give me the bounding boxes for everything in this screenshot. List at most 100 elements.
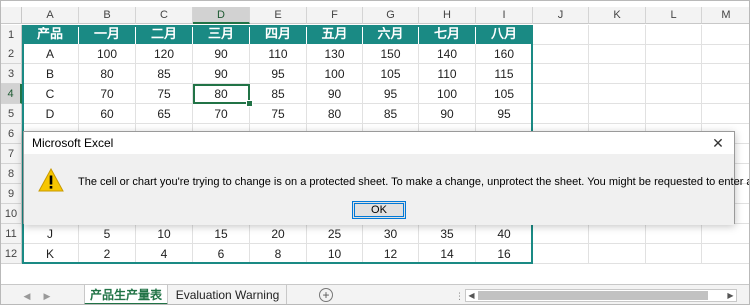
- grid-cell[interactable]: [702, 84, 749, 104]
- grid-cell[interactable]: [646, 84, 702, 104]
- table-header-cell[interactable]: 四月: [250, 25, 307, 45]
- grid-cell[interactable]: [533, 84, 589, 104]
- fill-handle[interactable]: [246, 100, 253, 107]
- table-cell[interactable]: 10: [136, 224, 193, 244]
- column-header-e[interactable]: E: [250, 7, 307, 24]
- table-cell[interactable]: 85: [250, 84, 307, 104]
- grid-cell[interactable]: [589, 84, 646, 104]
- row-header-7[interactable]: 7: [1, 144, 22, 164]
- table-header-cell[interactable]: 二月: [136, 25, 193, 45]
- grid-cell[interactable]: [533, 104, 589, 124]
- table-cell[interactable]: 100: [79, 44, 136, 64]
- column-header-l[interactable]: L: [646, 7, 702, 24]
- ok-button[interactable]: OK: [352, 201, 406, 219]
- table-cell[interactable]: 60: [79, 104, 136, 124]
- row-header-10[interactable]: 10: [1, 204, 22, 224]
- table-header-cell[interactable]: 八月: [476, 25, 533, 45]
- table-cell[interactable]: B: [22, 64, 79, 84]
- row-header-1[interactable]: 1: [1, 25, 22, 45]
- grid-cell[interactable]: [589, 64, 646, 84]
- table-cell[interactable]: 4: [136, 244, 193, 264]
- table-cell[interactable]: 16: [476, 244, 533, 264]
- table-cell[interactable]: 95: [250, 64, 307, 84]
- table-cell[interactable]: 75: [250, 104, 307, 124]
- table-cell[interactable]: 80: [79, 64, 136, 84]
- table-cell[interactable]: 150: [363, 44, 419, 64]
- row-header-9[interactable]: 9: [1, 184, 22, 204]
- grid-cell[interactable]: [533, 224, 589, 244]
- row-header-3[interactable]: 3: [1, 64, 22, 84]
- table-cell[interactable]: 80: [307, 104, 363, 124]
- row-header-4[interactable]: 4: [1, 84, 22, 104]
- scroll-left-icon[interactable]: ◀: [466, 290, 477, 301]
- table-cell[interactable]: 6: [193, 244, 250, 264]
- close-icon[interactable]: ✕: [708, 133, 728, 153]
- column-header-f[interactable]: F: [307, 7, 363, 24]
- table-cell[interactable]: 130: [307, 44, 363, 64]
- table-cell[interactable]: 120: [136, 44, 193, 64]
- table-cell[interactable]: 70: [79, 84, 136, 104]
- row-header-2[interactable]: 2: [1, 44, 22, 64]
- table-cell[interactable]: D: [22, 104, 79, 124]
- next-sheet-icon[interactable]: ▶: [41, 289, 53, 303]
- scroll-right-icon[interactable]: ▶: [725, 290, 736, 301]
- table-cell[interactable]: A: [22, 44, 79, 64]
- grid-cell[interactable]: [702, 224, 749, 244]
- grid-cell[interactable]: [533, 25, 589, 45]
- grid-cell[interactable]: [646, 64, 702, 84]
- table-cell[interactable]: 14: [419, 244, 476, 264]
- table-cell[interactable]: 100: [419, 84, 476, 104]
- table-header-cell[interactable]: 六月: [363, 25, 419, 45]
- grid-cell[interactable]: [589, 44, 646, 64]
- table-cell[interactable]: 75: [136, 84, 193, 104]
- tab-split-handle[interactable]: ⋮: [455, 291, 464, 301]
- grid-cell[interactable]: [533, 44, 589, 64]
- grid-cell[interactable]: [533, 64, 589, 84]
- column-header-c[interactable]: C: [136, 7, 193, 24]
- column-header-m[interactable]: M: [702, 7, 749, 24]
- grid-cell[interactable]: [646, 25, 702, 45]
- column-header-b[interactable]: B: [79, 7, 136, 24]
- horizontal-scrollbar[interactable]: ◀ ▶: [465, 289, 737, 302]
- grid-cell[interactable]: [646, 224, 702, 244]
- grid-cell[interactable]: [589, 25, 646, 45]
- grid-cell[interactable]: [702, 44, 749, 64]
- table-cell[interactable]: 5: [79, 224, 136, 244]
- grid-cell[interactable]: [589, 104, 646, 124]
- row-header-12[interactable]: 12: [1, 244, 22, 264]
- table-header-cell[interactable]: 三月: [193, 25, 250, 45]
- table-cell[interactable]: 100: [307, 64, 363, 84]
- table-cell[interactable]: 110: [250, 44, 307, 64]
- table-cell[interactable]: 12: [363, 244, 419, 264]
- grid-cell[interactable]: [646, 244, 702, 264]
- table-header-cell[interactable]: 一月: [79, 25, 136, 45]
- sheet-tab-evaluation-warning[interactable]: Evaluation Warning: [169, 285, 287, 304]
- column-header-i[interactable]: I: [476, 7, 533, 24]
- table-cell[interactable]: 160: [476, 44, 533, 64]
- table-cell[interactable]: 115: [476, 64, 533, 84]
- table-cell[interactable]: 35: [419, 224, 476, 244]
- table-cell[interactable]: 65: [136, 104, 193, 124]
- table-cell[interactable]: 15: [193, 224, 250, 244]
- table-header-cell[interactable]: 七月: [419, 25, 476, 45]
- column-header-j[interactable]: J: [533, 7, 589, 24]
- sheet-tab-production[interactable]: 产品生产量表: [84, 285, 168, 304]
- table-cell[interactable]: 70: [193, 104, 250, 124]
- select-all-button[interactable]: [1, 7, 22, 24]
- table-cell[interactable]: 85: [136, 64, 193, 84]
- table-cell[interactable]: 30: [363, 224, 419, 244]
- row-header-5[interactable]: 5: [1, 104, 22, 124]
- grid-cell[interactable]: [646, 44, 702, 64]
- table-cell[interactable]: 2: [79, 244, 136, 264]
- table-header-cell[interactable]: 产品: [22, 25, 79, 45]
- table-cell[interactable]: 110: [419, 64, 476, 84]
- prev-sheet-icon[interactable]: ◀: [21, 289, 33, 303]
- table-header-cell[interactable]: 五月: [307, 25, 363, 45]
- table-cell[interactable]: C: [22, 84, 79, 104]
- table-cell[interactable]: 140: [419, 44, 476, 64]
- table-cell[interactable]: 10: [307, 244, 363, 264]
- scrollbar-thumb[interactable]: [478, 291, 708, 300]
- column-header-g[interactable]: G: [363, 7, 419, 24]
- add-sheet-button[interactable]: +: [319, 288, 333, 302]
- table-cell[interactable]: 90: [193, 64, 250, 84]
